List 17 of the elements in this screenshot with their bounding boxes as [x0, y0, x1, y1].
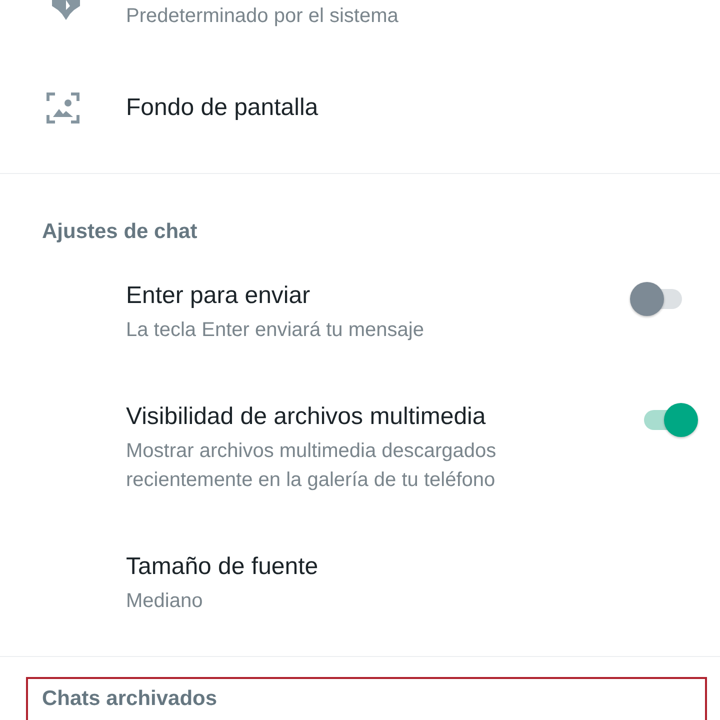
section-header: Ajustes de chat: [41, 219, 198, 244]
image-icon: [46, 92, 80, 124]
settings-item[interactable]: Enter para enviar La tecla Enter enviará tu mensaje: [0, 282, 720, 345]
item-title: Tamaño de fuente: [126, 553, 320, 581]
item-title: Visibilidad de archivos multimedia: [126, 403, 487, 431]
settings-item[interactable]: Tamaño de fuente Mediano: [0, 553, 720, 616]
settings-item[interactable]: Fondo de pantalla: [0, 74, 720, 142]
item-subtitle: La tecla Enter enviará tu mensaje: [126, 318, 425, 343]
item-subtitle: Mediano: [126, 589, 204, 614]
item-subtitle: Predeterminado por el sistema: [126, 4, 400, 29]
item-title: Fondo de pantalla: [126, 94, 320, 122]
item-subtitle: Mostrar archivos multimedia descargados recientemente en la galería de tu teléfono: [126, 439, 498, 493]
toggle-switch[interactable]: [644, 403, 700, 437]
settings-item[interactable]: Predeterminado por el sistema: [0, 0, 720, 40]
settings-item[interactable]: Visibilidad de archivos multimedia Mostrar archivos multimedia descargados recientemente en la galería de tu teléfono: [0, 403, 720, 495]
item-title: Enter para enviar: [126, 282, 312, 310]
section-header: Chats archivados: [41, 686, 218, 711]
